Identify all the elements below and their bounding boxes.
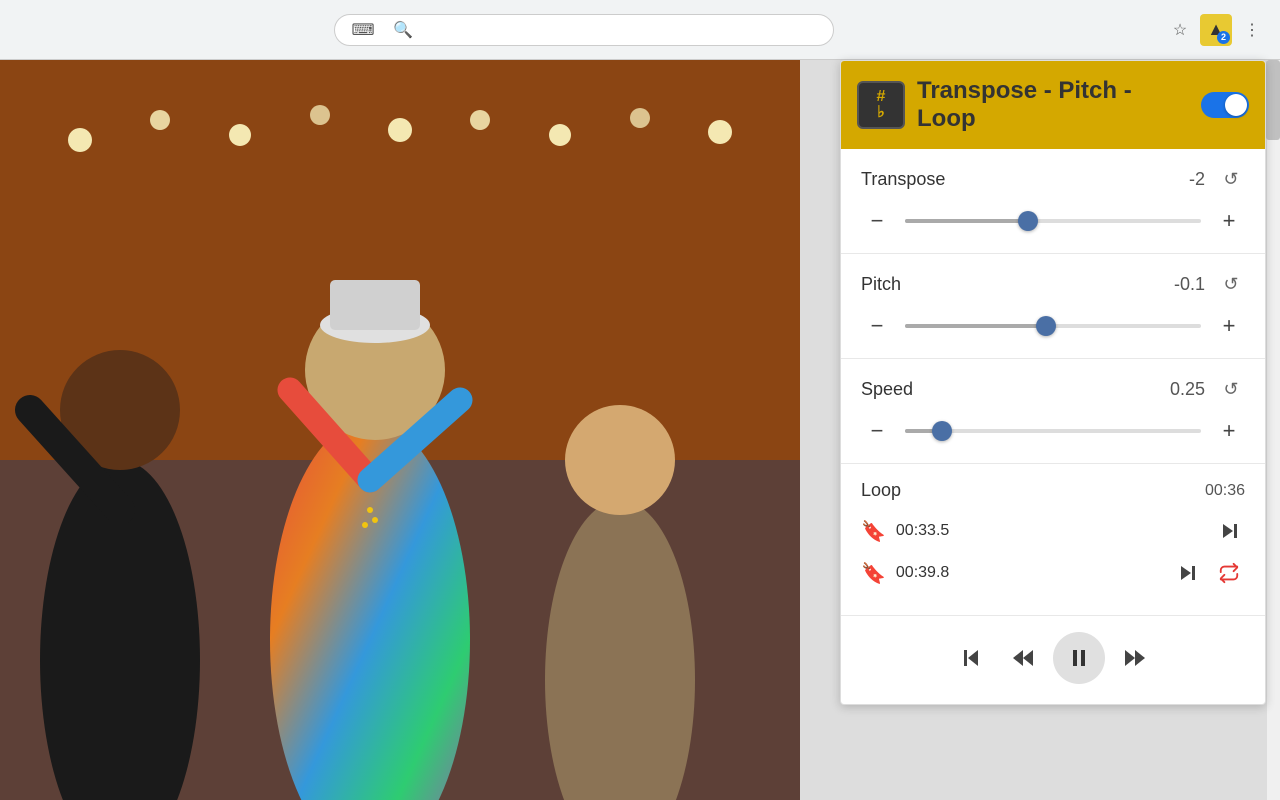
search-icon: 🔍 xyxy=(393,20,413,40)
speed-minus-button[interactable]: − xyxy=(861,415,893,447)
transpose-slider[interactable] xyxy=(905,219,1201,223)
jump-to-b-button[interactable] xyxy=(1171,557,1203,589)
rewind-icon xyxy=(1011,646,1035,670)
skip-to-a-icon xyxy=(1219,521,1239,541)
transpose-reset-button[interactable]: ↺ xyxy=(1217,165,1245,193)
keyboard-icon: ⌨ xyxy=(351,20,374,40)
rewind-button[interactable] xyxy=(1001,636,1045,680)
scrollbar-thumb[interactable] xyxy=(1266,60,1280,140)
fast-forward-icon xyxy=(1123,646,1147,670)
browser-chrome: ⌨ 🔍 ☆ ▲ 2 ⋮ xyxy=(0,0,1280,60)
pitch-value: -0.1 xyxy=(1174,274,1205,295)
speed-value: 0.25 xyxy=(1170,379,1205,400)
transpose-minus-button[interactable]: − xyxy=(861,205,893,237)
panel-title: Transpose - Pitch - Loop xyxy=(917,77,1189,133)
plugin-panel: # ♭ Transpose - Pitch - Loop Transpose -… xyxy=(840,60,1266,705)
video-visual xyxy=(0,60,800,800)
bookmark-b-icon[interactable]: 🔖 xyxy=(861,561,886,586)
transpose-section: Transpose -2 ↺ − + xyxy=(841,149,1265,254)
toggle-knob xyxy=(1225,94,1247,116)
transpose-thumb[interactable] xyxy=(1018,211,1038,231)
speed-slider-row: − + xyxy=(861,415,1245,447)
loop-repeat-button[interactable] xyxy=(1213,557,1245,589)
transpose-label: Transpose xyxy=(861,169,1189,190)
pitch-header: Pitch -0.1 ↺ xyxy=(861,270,1245,298)
pitch-label: Pitch xyxy=(861,274,1174,295)
pause-icon xyxy=(1067,646,1091,670)
address-bar: ⌨ 🔍 xyxy=(334,14,834,46)
playback-controls xyxy=(841,615,1265,704)
panel-header: # ♭ Transpose - Pitch - Loop xyxy=(841,61,1265,149)
plugin-logo: # ♭ xyxy=(857,81,905,129)
enable-toggle[interactable] xyxy=(1201,92,1249,118)
skip-back-button[interactable] xyxy=(949,636,993,680)
pitch-fill xyxy=(905,324,1046,328)
loop-current-time: 00:36 xyxy=(1205,482,1245,500)
keyboard-button[interactable]: ⌨ xyxy=(347,14,379,46)
menu-button[interactable]: ⋮ xyxy=(1236,14,1268,46)
bookmark-star-button[interactable]: ☆ xyxy=(1164,14,1196,46)
speed-reset-button[interactable]: ↺ xyxy=(1217,375,1245,403)
loop-point-a: 🔖 00:33.5 xyxy=(861,515,1245,547)
video-area xyxy=(0,60,800,800)
pitch-reset-button[interactable]: ↺ xyxy=(1217,270,1245,298)
ext-badge: 2 xyxy=(1217,31,1230,44)
transpose-fill xyxy=(905,219,1028,223)
transpose-header: Transpose -2 ↺ xyxy=(861,165,1245,193)
pitch-slider-row: − + xyxy=(861,310,1245,342)
loop-point-b: 🔖 00:39.8 xyxy=(861,557,1245,589)
speed-thumb[interactable] xyxy=(932,421,952,441)
pitch-minus-button[interactable]: − xyxy=(861,310,893,342)
repeat-icon xyxy=(1218,562,1240,584)
pitch-section: Pitch -0.1 ↺ − + xyxy=(841,254,1265,359)
loop-timestamp-a: 00:33.5 xyxy=(896,522,1203,540)
logo-flat: ♭ xyxy=(877,105,885,121)
transpose-slider-row: − + xyxy=(861,205,1245,237)
transpose-plus-button[interactable]: + xyxy=(1213,205,1245,237)
logo-sharp: # xyxy=(877,89,886,105)
browser-right-icons: ☆ ▲ 2 ⋮ xyxy=(1164,14,1268,46)
loop-header: Loop 00:36 xyxy=(861,480,1245,501)
speed-plus-button[interactable]: + xyxy=(1213,415,1245,447)
speed-label: Speed xyxy=(861,379,1170,400)
jump-to-a-button[interactable] xyxy=(1213,515,1245,547)
video-scene xyxy=(0,60,800,800)
loop-section: Loop 00:36 🔖 00:33.5 🔖 00:39.8 xyxy=(841,464,1265,615)
pitch-plus-button[interactable]: + xyxy=(1213,310,1245,342)
speed-header: Speed 0.25 ↺ xyxy=(861,375,1245,403)
menu-icon: ⋮ xyxy=(1244,20,1260,40)
transpose-value: -2 xyxy=(1189,169,1205,190)
extension-icon[interactable]: ▲ 2 xyxy=(1200,14,1232,46)
plugin-panel-overlay: # ♭ Transpose - Pitch - Loop Transpose -… xyxy=(840,60,1280,800)
pitch-thumb[interactable] xyxy=(1036,316,1056,336)
star-icon: ☆ xyxy=(1173,20,1187,40)
pitch-slider[interactable] xyxy=(905,324,1201,328)
speed-slider[interactable] xyxy=(905,429,1201,433)
speed-section: Speed 0.25 ↺ − + xyxy=(841,359,1265,464)
loop-label: Loop xyxy=(861,480,1205,501)
scrollbar-track[interactable] xyxy=(1266,60,1280,800)
pause-button[interactable] xyxy=(1053,632,1105,684)
search-button[interactable]: 🔍 xyxy=(387,14,419,46)
skip-back-icon xyxy=(959,646,983,670)
fast-forward-button[interactable] xyxy=(1113,636,1157,680)
loop-timestamp-b: 00:39.8 xyxy=(896,564,1161,582)
skip-to-b-icon xyxy=(1177,563,1197,583)
bookmark-a-icon[interactable]: 🔖 xyxy=(861,519,886,544)
